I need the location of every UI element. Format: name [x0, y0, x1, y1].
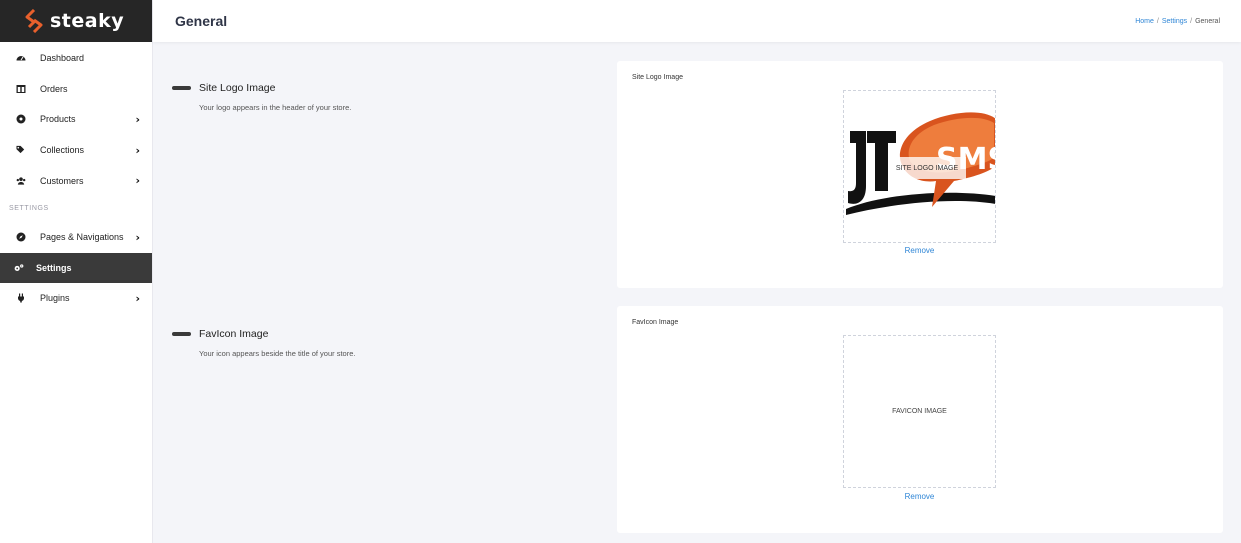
- chevron-right-icon: ›: [135, 291, 140, 305]
- breadcrumb-settings-link[interactable]: Settings: [1162, 18, 1187, 25]
- sidebar-item-label: Dashboard: [40, 53, 85, 64]
- compass-icon: [16, 232, 26, 242]
- sidebar-item-label: Plugins: [40, 293, 70, 304]
- remove-logo-link[interactable]: Remove: [843, 246, 996, 255]
- sidebar-item-customers[interactable]: Customers ›: [0, 165, 152, 196]
- users-icon: [16, 176, 26, 186]
- dashboard-icon: [16, 53, 26, 63]
- section-description: Your icon appears beside the title of yo…: [199, 349, 356, 358]
- brand-logo[interactable]: steaky: [0, 0, 152, 42]
- brand-mark-icon: [25, 9, 43, 33]
- favicon-dropzone[interactable]: FAVICON IMAGE: [843, 335, 996, 488]
- favicon-section-heading: FavIcon Image Your icon appears beside t…: [172, 325, 356, 358]
- chevron-right-icon: ›: [135, 112, 140, 126]
- sidebar-item-products[interactable]: Products ›: [0, 104, 152, 135]
- section-title: FavIcon Image: [199, 327, 269, 340]
- orders-icon: [16, 84, 26, 94]
- sidebar-item-pages-navigations[interactable]: Pages & Navigations ›: [0, 222, 152, 253]
- card-label: FavIcon Image: [632, 319, 679, 326]
- cogs-icon: [14, 263, 24, 273]
- breadcrumb: Home / Settings / General: [1135, 18, 1220, 25]
- sidebar-item-label: Settings: [36, 262, 72, 273]
- sidebar-section-label: SETTINGS: [9, 205, 49, 213]
- tags-icon: [16, 145, 26, 155]
- card-label: Site Logo Image: [632, 74, 683, 81]
- sidebar-item-label: Collections: [40, 145, 85, 156]
- site-logo-card: Site Logo Image SMS SITE LOGO IMAGE Remo…: [617, 61, 1223, 288]
- products-icon: [16, 114, 26, 124]
- top-bar: General Home / Settings / General: [153, 0, 1241, 42]
- site-logo-overlay-text: SITE LOGO IMAGE: [888, 157, 966, 179]
- favicon-placeholder-text: FAVICON IMAGE: [892, 408, 947, 415]
- sidebar: steaky Dashboard Orders Products › Colle…: [0, 0, 153, 543]
- section-marker: [172, 85, 191, 90]
- sidebar-item-label: Orders: [40, 83, 68, 94]
- section-description: Your logo appears in the header of your …: [199, 103, 352, 112]
- breadcrumb-separator: /: [1156, 17, 1159, 25]
- sidebar-item-dashboard[interactable]: Dashboard: [0, 43, 152, 74]
- plug-icon: [16, 293, 26, 303]
- page-title: General: [175, 13, 228, 29]
- site-logo-dropzone[interactable]: SMS SITE LOGO IMAGE: [843, 90, 996, 243]
- remove-favicon-link[interactable]: Remove: [843, 492, 996, 501]
- sidebar-item-plugins[interactable]: Plugins ›: [0, 283, 152, 314]
- brand-name: steaky: [50, 10, 125, 32]
- chevron-right-icon: ›: [135, 174, 140, 188]
- sidebar-item-collections[interactable]: Collections ›: [0, 135, 152, 166]
- section-title: Site Logo Image: [199, 81, 276, 94]
- sidebar-item-orders[interactable]: Orders: [0, 74, 152, 105]
- chevron-right-icon: ›: [135, 230, 140, 244]
- sidebar-item-label: Customers: [40, 175, 84, 186]
- sidebar-item-label: Pages & Navigations: [40, 232, 124, 243]
- sidebar-item-label: Products: [40, 114, 76, 125]
- section-marker: [172, 331, 191, 336]
- sidebar-item-settings[interactable]: Settings: [0, 252, 152, 284]
- breadcrumb-home-link[interactable]: Home: [1135, 18, 1154, 25]
- breadcrumb-separator: /: [1190, 17, 1193, 25]
- breadcrumb-current: General: [1195, 17, 1220, 25]
- site-logo-section-heading: Site Logo Image Your logo appears in the…: [172, 79, 351, 112]
- chevron-right-icon: ›: [135, 143, 140, 157]
- favicon-card: FavIcon Image FAVICON IMAGE Remove: [617, 306, 1223, 533]
